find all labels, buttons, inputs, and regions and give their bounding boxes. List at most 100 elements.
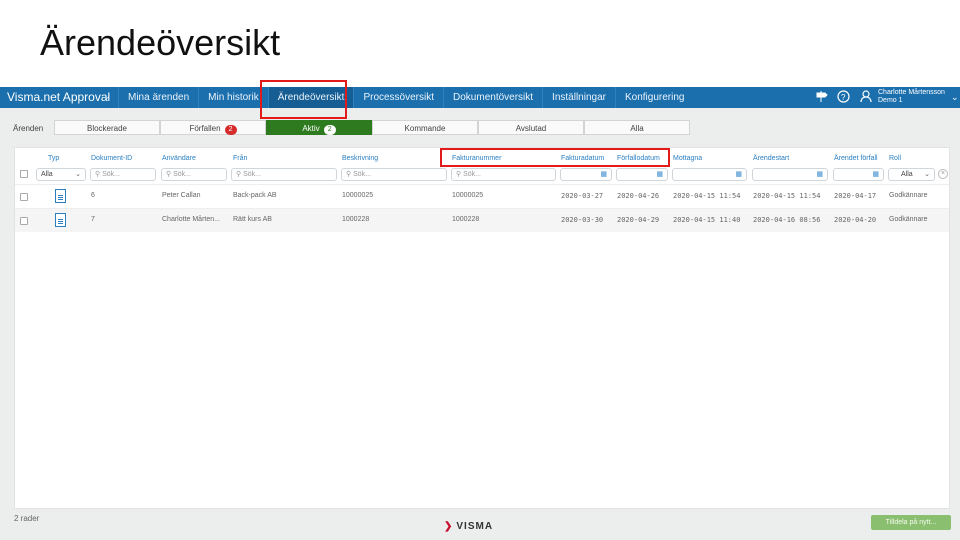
cases-grid: Typ Dokument-ID Användare Från Beskrivni… [14, 147, 950, 509]
calendar-icon: ▦ [816, 171, 823, 178]
nav-konfigurering[interactable]: Konfigurering [614, 87, 693, 108]
col-header-beskrivning[interactable]: Beskrivning [342, 155, 378, 162]
chevron-down-icon: ⌄ [75, 171, 81, 178]
table-row[interactable]: 7 Charlotte Mårten... Rätt kurs AB 10002… [15, 208, 949, 232]
search-icon: ⚲ [236, 171, 242, 178]
tab-label: Aktiv [302, 124, 320, 133]
chevron-down-icon: ⌄ [924, 171, 930, 178]
fran-search[interactable]: ⚲ Sök... [231, 168, 337, 181]
search-icon: ⚲ [166, 171, 172, 178]
calendar-icon: ▦ [600, 171, 607, 178]
cell-arendestart: 2020-04-16 08:56 [753, 216, 821, 224]
dokument-id-search[interactable]: ⚲ Sök... [90, 168, 156, 181]
cell-fakturadatum: 2020-03-27 [561, 192, 604, 200]
cell-anvandare: Charlotte Mårten... [162, 216, 220, 223]
search-icon: ⚲ [456, 171, 462, 178]
cell-beskrivning: 1000228 [342, 216, 370, 223]
tab-label: Alla [630, 124, 644, 133]
cell-arendestart: 2020-04-15 11:54 [753, 192, 821, 200]
cell-fran: Back-pack AB [233, 192, 277, 199]
cell-dokument-id: 6 [91, 192, 95, 199]
signpost-icon[interactable] [815, 90, 828, 106]
cell-beskrivning: 10000025 [342, 192, 374, 199]
user-icon[interactable] [860, 90, 872, 106]
highlight-box-columns [440, 148, 670, 167]
cell-dokument-id: 7 [91, 216, 95, 223]
user-name: Charlotte Mårtensson [878, 89, 945, 96]
col-header-dokument-id[interactable]: Dokument-ID [91, 155, 132, 162]
roll-filter-value: Alla [901, 171, 913, 178]
cell-anvandare: Peter Callan [162, 192, 201, 199]
anvandare-search[interactable]: ⚲ Sök... [161, 168, 227, 181]
arendet-forfall-datepicker[interactable]: ▦ [833, 168, 884, 181]
reassign-button[interactable]: Tilldela på nytt... [871, 515, 951, 530]
calendar-icon: ▦ [872, 171, 879, 178]
slide-title: Ärendeöversikt [40, 22, 281, 63]
visma-logo: ❯ VISMA [444, 521, 493, 532]
user-chevron-icon[interactable]: ⌄ [951, 92, 959, 103]
invoice-document-icon [55, 213, 66, 227]
col-header-mottagna[interactable]: Mottagna [673, 155, 702, 162]
cell-roll: Godkännare [889, 192, 928, 199]
user-company: Demo 1 [878, 97, 903, 104]
tab-avslutad[interactable]: Avslutad [478, 120, 584, 135]
nav-mina-arenden[interactable]: Mina ärenden [118, 87, 198, 108]
row-checkbox[interactable] [20, 217, 28, 225]
search-placeholder: Sök... [102, 171, 120, 178]
clear-filters-icon[interactable]: × [938, 169, 948, 179]
cell-fakturadatum: 2020-03-30 [561, 216, 604, 224]
nav-dokumentoversikt[interactable]: Dokumentöversikt [443, 87, 542, 108]
tab-label: Förfallen [189, 124, 221, 133]
table-row[interactable]: 6 Peter Callan Back-pack AB 10000025 100… [15, 184, 949, 208]
typ-filter-value: Alla [41, 171, 53, 178]
nav-items: Mina ärenden Min historik Ärendeöversikt… [118, 87, 693, 108]
mottagna-datepicker[interactable]: ▦ [672, 168, 747, 181]
col-header-arendestart[interactable]: Ärendestart [753, 155, 789, 162]
cell-mottagna: 2020-04-15 11:40 [673, 216, 741, 224]
cell-forfallodatum: 2020-04-29 [617, 216, 660, 224]
chevron-down-icon[interactable]: ⌄ [103, 91, 111, 102]
search-icon: ⚲ [95, 171, 101, 178]
forfallodatum-datepicker[interactable]: ▦ [616, 168, 668, 181]
user-menu[interactable]: Charlotte Mårtensson Demo 1 [878, 89, 945, 105]
nav-installningar[interactable]: Inställningar [542, 87, 615, 108]
tabs-label: Ärenden [13, 124, 44, 133]
tab-aktiv[interactable]: Aktiv 2 [266, 120, 372, 135]
fakturadatum-datepicker[interactable]: ▦ [560, 168, 612, 181]
col-header-arendet-forfall[interactable]: Ärendet förfall [834, 155, 878, 162]
beskrivning-search[interactable]: ⚲ Sök... [341, 168, 447, 181]
cell-fakturanummer: 1000228 [452, 216, 480, 223]
tab-kommande[interactable]: Kommande [372, 120, 478, 135]
help-icon[interactable]: ? [837, 90, 850, 106]
typ-filter-select[interactable]: Alla ⌄ [36, 168, 86, 181]
cell-arendet-forfall: 2020-04-17 [834, 192, 877, 200]
count-badge: 2 [224, 125, 237, 135]
calendar-icon: ▦ [656, 171, 663, 178]
arendestart-datepicker[interactable]: ▦ [752, 168, 828, 181]
brand-label[interactable]: Visma.net Approval [7, 90, 110, 104]
count-badge: 2 [323, 125, 336, 135]
visma-chevron-icon: ❯ [444, 521, 454, 532]
tab-forfallen[interactable]: Förfallen 2 [160, 120, 266, 135]
tab-blockerade[interactable]: Blockerade [54, 120, 160, 135]
top-nav: Visma.net Approval ⌄ Mina ärenden Min hi… [0, 87, 960, 108]
cell-forfallodatum: 2020-04-26 [617, 192, 660, 200]
highlight-box-nav [260, 80, 347, 119]
roll-filter-select[interactable]: Alla ⌄ [888, 168, 935, 181]
row-checkbox[interactable] [20, 193, 28, 201]
col-header-typ[interactable]: Typ [48, 155, 59, 162]
fakturanummer-search[interactable]: ⚲ Sök... [451, 168, 556, 181]
tab-label: Kommande [404, 124, 446, 133]
tab-alla[interactable]: Alla [584, 120, 690, 135]
tab-label: Blockerade [86, 124, 128, 133]
col-header-fran[interactable]: Från [233, 155, 247, 162]
nav-processoversikt[interactable]: Processöversikt [353, 87, 443, 108]
cell-arendet-forfall: 2020-04-20 [834, 216, 877, 224]
col-header-anvandare[interactable]: Användare [162, 155, 196, 162]
status-tabs: Blockerade Förfallen 2 Aktiv 2 Kommande Av… [54, 120, 690, 135]
select-all-checkbox[interactable] [20, 170, 28, 178]
svg-text:?: ? [841, 93, 846, 102]
calendar-icon: ▦ [735, 171, 742, 178]
col-header-roll[interactable]: Roll [889, 155, 901, 162]
nav-min-historik[interactable]: Min historik [198, 87, 268, 108]
